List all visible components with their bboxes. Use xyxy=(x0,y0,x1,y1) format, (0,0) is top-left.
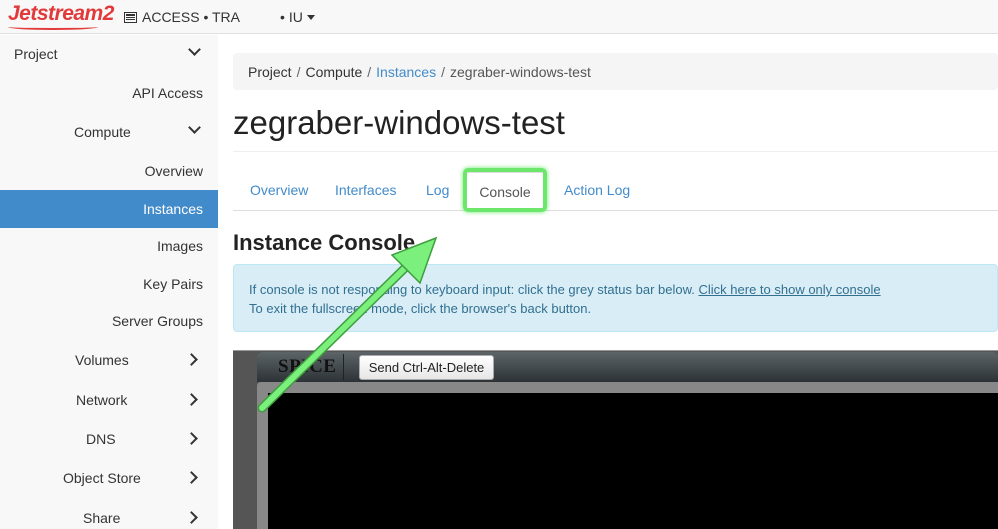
section-title: Instance Console xyxy=(233,230,416,255)
sidebar-item-object-store[interactable]: Object Store xyxy=(0,459,218,497)
breadcrumb: Project / Compute / Instances / zegraber… xyxy=(233,53,998,90)
project-picker-label: ACCESS • TRA xyxy=(142,9,240,25)
sidebar-item-project[interactable]: Project xyxy=(0,35,218,73)
console-screen[interactable] xyxy=(268,393,998,529)
sidebar-item-label: Images xyxy=(157,238,203,254)
alert-line-2: To exit the fullscreen mode, click the b… xyxy=(249,301,592,316)
alert-text: If console is not responding to keyboard… xyxy=(249,282,695,297)
sidebar-item-images[interactable]: Images xyxy=(0,227,218,265)
sidebar-item-server-groups[interactable]: Server Groups xyxy=(0,302,218,340)
sidebar-item-label: Network xyxy=(76,392,128,408)
breadcrumb-item-project[interactable]: Project xyxy=(248,64,292,80)
top-navbar: Jetstream2 ACCESS • TRA • IU xyxy=(0,0,998,34)
breadcrumb-item-current: zegraber-windows-test xyxy=(450,64,591,80)
sidebar: Project API Access Compute Overview Inst… xyxy=(0,35,218,529)
tab-overview[interactable]: Overview xyxy=(250,182,308,198)
bullet-icon: • xyxy=(280,9,285,25)
chevron-down-icon xyxy=(188,43,201,56)
sidebar-item-label: Compute xyxy=(74,124,131,140)
sidebar-item-label: Share xyxy=(83,510,121,526)
sidebar-item-api-access[interactable]: API Access xyxy=(0,74,218,112)
alert-line-1: If console is not responding to keyboard… xyxy=(249,280,982,299)
chevron-right-icon xyxy=(185,393,198,406)
page-title: zegraber-windows-test xyxy=(233,104,565,141)
sidebar-item-key-pairs[interactable]: Key Pairs xyxy=(0,265,218,303)
jetstream-logo[interactable]: Jetstream2 xyxy=(8,2,114,26)
sidebar-item-label: Volumes xyxy=(75,352,129,368)
chevron-right-icon xyxy=(185,432,198,445)
chevron-down-icon xyxy=(188,121,201,134)
spice-logo: SPICE xyxy=(278,356,337,377)
tab-interfaces[interactable]: Interfaces xyxy=(335,182,396,198)
sidebar-item-instances[interactable]: Instances xyxy=(0,190,218,228)
tab-action-log[interactable]: Action Log xyxy=(564,182,630,198)
sidebar-item-overview[interactable]: Overview xyxy=(0,152,218,190)
region-picker-label: IU xyxy=(288,9,303,25)
instance-tabs: Overview Interfaces Log Console Action L… xyxy=(233,171,998,211)
region-picker[interactable]: • IU xyxy=(280,9,315,25)
sidebar-item-compute[interactable]: Compute xyxy=(0,113,218,151)
sidebar-item-label: DNS xyxy=(86,431,116,447)
show-only-console-link[interactable]: Click here to show only console xyxy=(699,282,881,297)
chevron-right-icon xyxy=(185,471,198,484)
project-picker[interactable]: ACCESS • TRA xyxy=(124,9,240,25)
sidebar-item-volumes[interactable]: Volumes xyxy=(0,341,218,379)
spice-divider xyxy=(343,354,344,380)
sidebar-item-label: Object Store xyxy=(63,470,141,486)
sidebar-item-dns[interactable]: DNS xyxy=(0,420,218,458)
sidebar-item-label: Overview xyxy=(144,163,203,179)
breadcrumb-separator: / xyxy=(296,64,301,80)
sidebar-item-label: Instances xyxy=(143,201,203,217)
server-icon xyxy=(124,11,137,23)
console-tab-highlight xyxy=(463,168,547,212)
sidebar-item-share[interactable]: Share xyxy=(0,499,218,529)
sidebar-item-label: Server Groups xyxy=(111,313,203,329)
breadcrumb-item-instances[interactable]: Instances xyxy=(376,64,436,80)
chevron-right-icon xyxy=(185,353,198,366)
logo-swoosh xyxy=(8,24,98,30)
chevron-right-icon xyxy=(185,511,198,524)
sidebar-item-label: API Access xyxy=(132,85,203,101)
caret-down-icon xyxy=(306,14,315,20)
send-ctrl-alt-delete-button[interactable]: Send Ctrl-Alt-Delete xyxy=(359,355,494,380)
sidebar-item-label: Project xyxy=(14,46,58,62)
breadcrumb-separator: / xyxy=(441,64,445,80)
divider xyxy=(233,151,998,152)
breadcrumb-separator: / xyxy=(367,64,372,80)
tab-log[interactable]: Log xyxy=(426,182,449,198)
sidebar-item-label: Key Pairs xyxy=(143,276,203,292)
console-info-alert: If console is not responding to keyboard… xyxy=(233,264,998,332)
breadcrumb-item-compute[interactable]: Compute xyxy=(305,64,362,80)
sidebar-item-network[interactable]: Network xyxy=(0,381,218,419)
